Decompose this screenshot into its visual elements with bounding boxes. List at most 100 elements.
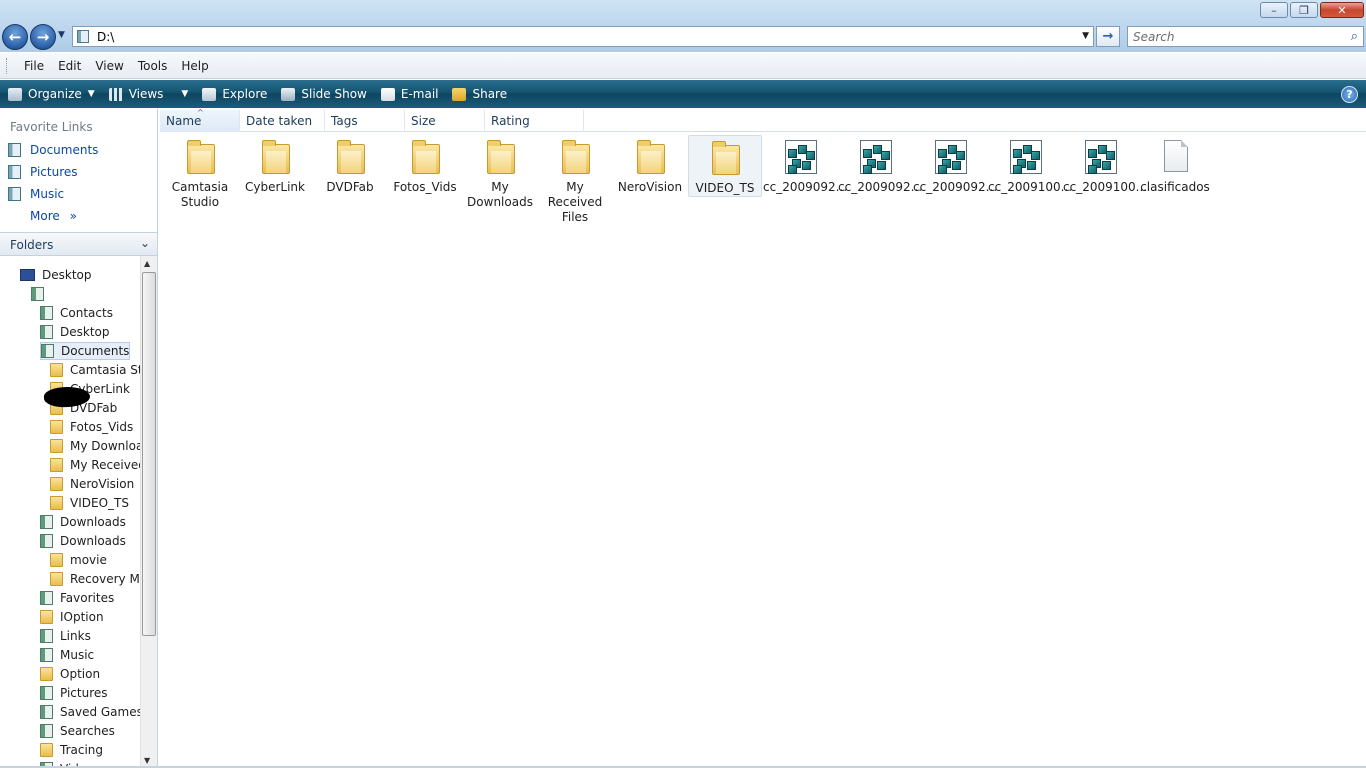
- share-label: Share: [472, 87, 508, 101]
- menu-help[interactable]: Help: [174, 59, 215, 73]
- menu-tools[interactable]: Tools: [131, 59, 175, 73]
- item-label: VIDEO_TS: [695, 181, 755, 195]
- column-size[interactable]: Size: [405, 110, 485, 132]
- column-tags[interactable]: Tags: [325, 110, 405, 132]
- views-icon: [108, 87, 123, 101]
- more-label: More: [30, 209, 60, 223]
- tree-item[interactable]: Contacts: [40, 304, 113, 322]
- address-bar[interactable]: D:\ ▼: [72, 26, 1094, 47]
- tree-item-label: My Downloa: [70, 439, 140, 453]
- folder-tree: Desktop Contacts Desktop Documents Camtasia …: [0, 256, 140, 768]
- tree-item[interactable]: Desktop: [20, 266, 92, 284]
- menu-view[interactable]: View: [88, 59, 130, 73]
- toolbar-grip: [6, 57, 9, 74]
- chevron-down-icon[interactable]: ▼: [1082, 31, 1089, 41]
- file-item[interactable]: clasificados: [1138, 135, 1212, 195]
- column-name[interactable]: Name ^: [160, 108, 240, 132]
- favorite-link-documents[interactable]: Documents: [8, 143, 98, 157]
- file-item[interactable]: cc_2009100...: [988, 135, 1072, 195]
- music-icon: [8, 187, 21, 201]
- tree-item[interactable]: My Downloa: [50, 437, 140, 455]
- folder-item[interactable]: Camtasia Studio: [163, 135, 237, 210]
- forward-button[interactable]: →: [30, 24, 56, 50]
- scroll-up-arrow[interactable]: ▲: [144, 259, 150, 268]
- menu-file[interactable]: File: [17, 59, 51, 73]
- item-label: NeroVision: [617, 180, 683, 194]
- file-item[interactable]: cc_2009100...: [1063, 135, 1147, 195]
- column-label: Date taken: [246, 114, 313, 128]
- item-label: cc_2009092...: [763, 180, 848, 194]
- folders-header[interactable]: Folders ⌄: [0, 232, 157, 256]
- tree-item-label: Downloads: [60, 534, 126, 548]
- tree-item[interactable]: Downloads: [40, 532, 126, 550]
- tree-item[interactable]: Camtasia Stu: [50, 361, 140, 379]
- share-button[interactable]: Share: [452, 87, 507, 101]
- tree-scrollbar[interactable]: ▲ ▼: [140, 256, 157, 768]
- tree-item-label: IOption: [60, 610, 104, 624]
- item-label: clasificados: [1140, 180, 1210, 194]
- folder-item[interactable]: Fotos_Vids: [388, 135, 462, 195]
- help-icon[interactable]: ?: [1341, 86, 1358, 103]
- maximize-button[interactable]: ❐: [1290, 2, 1318, 18]
- organize-button[interactable]: Organize ▼: [8, 87, 95, 101]
- views-button[interactable]: Views ▼: [108, 87, 188, 101]
- tree-item[interactable]: movie: [50, 551, 107, 569]
- folder-icon: [50, 363, 63, 377]
- tree-item[interactable]: Tracing: [40, 741, 103, 759]
- column-label: Size: [411, 114, 436, 128]
- column-date-taken[interactable]: Date taken: [240, 110, 325, 132]
- folder-item[interactable]: My Downloads: [463, 135, 537, 210]
- file-item[interactable]: cc_2009092...: [913, 135, 997, 195]
- spreadsheet-icon: [1008, 138, 1042, 176]
- folder-item[interactable]: VIDEO_TS: [688, 135, 762, 197]
- tree-item[interactable]: Documents: [40, 342, 131, 360]
- slideshow-button[interactable]: Slide Show: [281, 87, 367, 101]
- address-text[interactable]: D:\: [97, 30, 114, 44]
- folder-item[interactable]: My Received Files: [538, 135, 612, 225]
- favorite-link-pictures[interactable]: Pictures: [8, 165, 78, 179]
- tree-item[interactable]: My Received: [50, 456, 140, 474]
- tree-item[interactable]: NeroVision: [50, 475, 134, 493]
- more-links-button[interactable]: More »: [30, 209, 77, 223]
- scroll-down-arrow[interactable]: ▼: [144, 756, 150, 765]
- tree-item[interactable]: VIDEO_TS: [50, 494, 129, 512]
- column-rating[interactable]: Rating: [485, 110, 584, 132]
- email-button[interactable]: E-mail: [380, 87, 438, 101]
- search-icon[interactable]: ⌕: [1351, 29, 1358, 44]
- library-icon: [40, 325, 53, 339]
- go-button[interactable]: →: [1096, 26, 1120, 47]
- folder-item[interactable]: DVDFab: [313, 135, 387, 195]
- column-header-row: Name ^ Date taken Tags Size Rating: [160, 108, 1366, 132]
- folder-item[interactable]: NeroVision: [613, 135, 687, 195]
- tree-item[interactable]: Saved Games: [40, 703, 140, 721]
- back-button[interactable]: ←: [2, 24, 28, 50]
- tree-item[interactable]: Downloads: [40, 513, 126, 531]
- folder-item[interactable]: CyberLink: [238, 135, 312, 195]
- folder-icon: [483, 138, 517, 176]
- recent-pages-dropdown[interactable]: ▼: [58, 30, 65, 40]
- tree-item[interactable]: Music: [40, 646, 94, 664]
- scrollbar-thumb[interactable]: [142, 272, 156, 636]
- tree-item[interactable]: IOption: [40, 608, 104, 626]
- tree-item[interactable]: Option: [40, 665, 100, 683]
- tree-item[interactable]: Searches: [40, 722, 115, 740]
- file-item[interactable]: cc_2009092...: [838, 135, 923, 195]
- favorite-link-music[interactable]: Music: [8, 187, 64, 201]
- close-button[interactable]: ✕: [1320, 2, 1364, 18]
- file-item[interactable]: cc_2009092...: [763, 135, 848, 195]
- item-label: My Received Files: [547, 180, 603, 224]
- tree-item[interactable]: [31, 285, 51, 303]
- tree-item[interactable]: Links: [40, 627, 91, 645]
- favorite-link-label: Documents: [30, 143, 99, 157]
- spreadsheet-icon: [933, 138, 967, 176]
- menu-edit[interactable]: Edit: [51, 59, 88, 73]
- item-label: cc_2009092...: [838, 180, 923, 194]
- tree-item[interactable]: Favorites: [40, 589, 114, 607]
- minimize-button[interactable]: –: [1260, 2, 1288, 18]
- search-input[interactable]: Search ⌕: [1127, 26, 1364, 47]
- tree-item[interactable]: Recovery Ma: [50, 570, 140, 588]
- tree-item[interactable]: Pictures: [40, 684, 108, 702]
- explore-button[interactable]: Explore: [202, 87, 267, 101]
- tree-item[interactable]: Desktop: [40, 323, 110, 341]
- tree-item[interactable]: Fotos_Vids: [50, 418, 133, 436]
